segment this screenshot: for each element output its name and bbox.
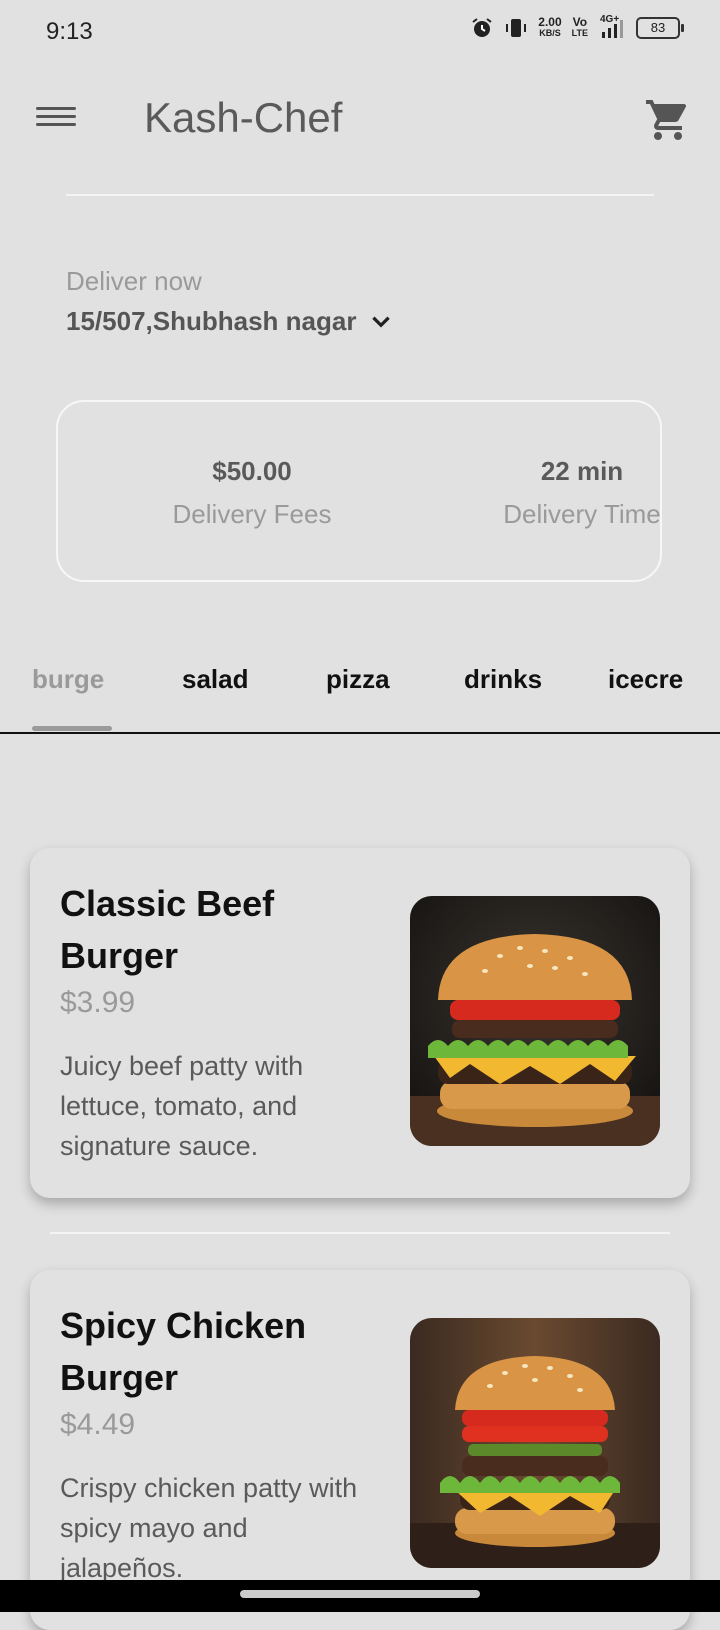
burger-photo	[410, 1318, 660, 1568]
food-description: Juicy beef patty with lettuce, tomato, a…	[60, 1051, 304, 1161]
delivery-fees-value: $50.00	[212, 456, 292, 486]
category-tabs: burge salad pizza drinks icecre	[0, 640, 720, 734]
food-description: Crispy chicken patty with spicy mayo and…	[60, 1473, 358, 1583]
address-text: 15/507,Shubhash nagar	[66, 306, 357, 336]
delivery-fees: $50.00 Delivery Fees	[122, 456, 382, 530]
tab-pizza[interactable]: pizza	[326, 664, 390, 695]
speed-value: 2.00	[538, 15, 562, 29]
status-icons: 2.00 KB/S Vo LTE 4G+ 83	[470, 14, 684, 40]
tab-icecream[interactable]: icecre	[608, 664, 688, 695]
tab-drinks[interactable]: drinks	[464, 664, 542, 695]
delivery-fees-label: Delivery Fees	[172, 499, 332, 529]
delivery-time: 22 min Delivery Time	[452, 456, 712, 530]
home-gesture-handle[interactable]	[240, 1590, 480, 1598]
alarm-icon	[472, 18, 492, 37]
volte-top: Vo	[572, 15, 588, 29]
volte-indicator: Vo LTE	[571, 15, 588, 39]
delivery-info-card: $50.00 Delivery Fees 22 min Delivery Tim…	[56, 400, 662, 582]
burger-photo	[410, 896, 660, 1146]
volte-bottom: LTE	[571, 28, 588, 38]
card-divider	[50, 1232, 670, 1234]
delivery-time-value: 22 min	[540, 456, 624, 486]
food-price: $4.49	[60, 1408, 136, 1441]
header-divider	[66, 194, 654, 196]
app-title: Kash-Chef	[144, 94, 343, 141]
food-price: $3.99	[60, 986, 136, 1019]
food-name: Classic Beef Burger	[60, 883, 275, 976]
menu-icon[interactable]	[36, 102, 76, 138]
signal-icon: 4G+	[598, 14, 626, 40]
network-speed: 2.00 KB/S	[538, 15, 562, 39]
address-selector[interactable]: 15/507,Shubhash nagar	[66, 306, 394, 337]
deliver-now-label: Deliver now	[66, 266, 202, 296]
battery-icon: 83	[636, 17, 684, 39]
tab-burger[interactable]: burge	[32, 664, 112, 695]
app-bar: Kash-Chef	[0, 80, 720, 160]
food-name: Spicy Chicken Burger	[60, 1305, 307, 1398]
chevron-down-icon	[372, 316, 391, 328]
delivery-time-label: Delivery Time	[503, 499, 661, 529]
speed-unit: KB/S	[539, 28, 561, 38]
status-time: 9:13	[46, 18, 93, 45]
tab-indicator	[32, 726, 112, 731]
food-card[interactable]: Classic Beef Burger $3.99 Juicy beef pat…	[30, 848, 690, 1198]
food-card[interactable]: Spicy Chicken Burger $4.49 Crispy chicke…	[30, 1270, 690, 1630]
vibrate-icon	[506, 19, 527, 37]
network-type: 4G+	[600, 14, 620, 25]
navigation-bar	[0, 1580, 720, 1612]
status-bar: 9:13 2.00 KB/S Vo LTE 4G+ 83	[0, 0, 720, 64]
tab-salad[interactable]: salad	[182, 664, 249, 695]
cart-icon[interactable]	[644, 96, 692, 144]
